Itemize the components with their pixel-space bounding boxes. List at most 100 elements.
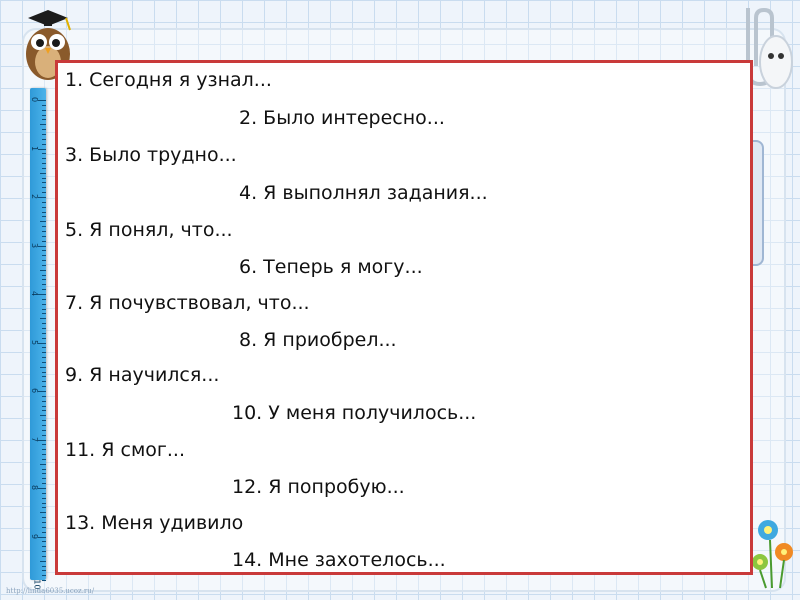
ruler-tick xyxy=(40,269,46,271)
list-item: 7. Я почувствовал, что... xyxy=(65,292,310,314)
ruler-tick xyxy=(42,507,46,509)
footer-url: http://linda6035.ucoz.ru/ xyxy=(6,587,95,595)
ruler-tick xyxy=(42,551,46,553)
ruler-tick xyxy=(42,158,46,160)
list-item: 9. Я научился... xyxy=(65,364,220,386)
ruler-tick xyxy=(42,216,46,218)
ruler-tick xyxy=(38,439,46,441)
ruler-tick xyxy=(42,206,46,208)
list-item: 10. У меня получилось... xyxy=(232,402,477,424)
ruler-tick xyxy=(40,124,46,126)
list-item: 6. Теперь я могу... xyxy=(239,256,423,278)
ruler-tick xyxy=(42,226,46,228)
ruler-tick xyxy=(42,400,46,402)
list-item: 11. Я смог... xyxy=(65,439,186,461)
ruler-tick xyxy=(42,478,46,480)
ruler-tick xyxy=(42,565,46,567)
ruler-tick xyxy=(42,376,46,378)
list-item: 5. Я понял, что... xyxy=(65,219,233,241)
ruler-tick xyxy=(42,454,46,456)
ruler-tick xyxy=(42,473,46,475)
ruler-tick xyxy=(42,420,46,422)
ruler-tick xyxy=(38,100,46,101)
ruler-tick xyxy=(42,303,46,305)
ruler-tick xyxy=(42,114,46,116)
ruler-tick xyxy=(42,163,46,165)
ruler-tick xyxy=(42,521,46,523)
ruler-tick xyxy=(38,342,46,344)
list-item: 2. Было интересно... xyxy=(239,107,445,129)
ruler-tick xyxy=(42,449,46,451)
ruler-tick xyxy=(42,575,46,577)
list-item: 4. Я выполнял задания... xyxy=(239,182,488,204)
ruler-tick xyxy=(42,468,46,470)
ruler-tick xyxy=(42,133,46,135)
ruler-tick xyxy=(42,167,46,169)
ruler-tick xyxy=(42,337,46,339)
list-item: 13. Меня удивило xyxy=(65,512,244,534)
ruler-tick xyxy=(42,274,46,276)
ruler-tick xyxy=(42,313,46,315)
ruler-tick xyxy=(42,531,46,533)
ruler-tick xyxy=(42,492,46,494)
ruler-tick xyxy=(42,502,46,504)
ruler-tick xyxy=(40,221,46,223)
ruler-tick xyxy=(42,187,46,189)
ruler-tick xyxy=(42,483,46,485)
ruler-tick xyxy=(42,327,46,329)
ruler-tick xyxy=(42,323,46,325)
ruler-tick xyxy=(42,308,46,310)
ruler-tick xyxy=(42,546,46,548)
ruler-tick xyxy=(38,294,46,295)
reflection-list-box: 1. Сегодня я узнал... 2. Было интересно.… xyxy=(55,60,753,575)
ruler-tick xyxy=(42,352,46,354)
ruler-tick xyxy=(42,240,46,242)
ruler-tick xyxy=(42,104,46,106)
ruler-tick xyxy=(42,119,46,121)
ruler-tick xyxy=(42,177,46,179)
ruler-tick xyxy=(42,361,46,363)
ruler-tick xyxy=(42,429,46,431)
ruler-tick xyxy=(42,517,46,519)
ruler-tick xyxy=(42,289,46,291)
ruler-tick xyxy=(38,488,46,489)
list-item: 14. Мне захотелось... xyxy=(232,549,446,571)
ruler-tick xyxy=(42,138,46,140)
ruler-tick xyxy=(42,570,46,572)
ruler-tick xyxy=(42,255,46,257)
ruler-tick xyxy=(42,109,46,111)
ruler-tick xyxy=(42,235,46,237)
ruler-tick xyxy=(42,424,46,426)
list-item: 3. Было трудно... xyxy=(65,144,237,166)
ruler-tick xyxy=(42,434,46,436)
ruler-tick xyxy=(42,497,46,499)
ruler-tick xyxy=(42,410,46,412)
ruler-tick xyxy=(42,386,46,388)
ruler-tick xyxy=(38,391,46,392)
ruler-tick xyxy=(42,230,46,232)
ruler-tick xyxy=(42,580,46,582)
ruler-tick xyxy=(42,201,46,203)
ruler-tick xyxy=(40,366,46,368)
ruler-tick xyxy=(42,332,46,334)
ruler-tick xyxy=(42,143,46,145)
list-item: 8. Я приобрел... xyxy=(239,329,397,351)
ruler-tick xyxy=(38,245,46,247)
ruler-tick xyxy=(42,444,46,446)
ruler-tick xyxy=(40,172,46,174)
ruler-tick xyxy=(40,560,46,562)
ruler-tick xyxy=(40,415,46,417)
ruler-tick xyxy=(42,250,46,252)
ruler-tick xyxy=(42,182,46,184)
ruler: 0 1 2 3 4 5 6 7 8 9 10 xyxy=(30,88,46,590)
ruler-tick xyxy=(42,555,46,557)
ruler-tick xyxy=(42,526,46,528)
ruler-tick xyxy=(42,347,46,349)
ruler-tick xyxy=(38,536,46,538)
ruler-tick xyxy=(38,197,46,198)
ruler-tick xyxy=(42,264,46,266)
ruler-tick xyxy=(42,357,46,359)
ruler-tick xyxy=(42,395,46,397)
ruler-tick xyxy=(42,211,46,213)
list-item: 1. Сегодня я узнал... xyxy=(65,69,272,91)
